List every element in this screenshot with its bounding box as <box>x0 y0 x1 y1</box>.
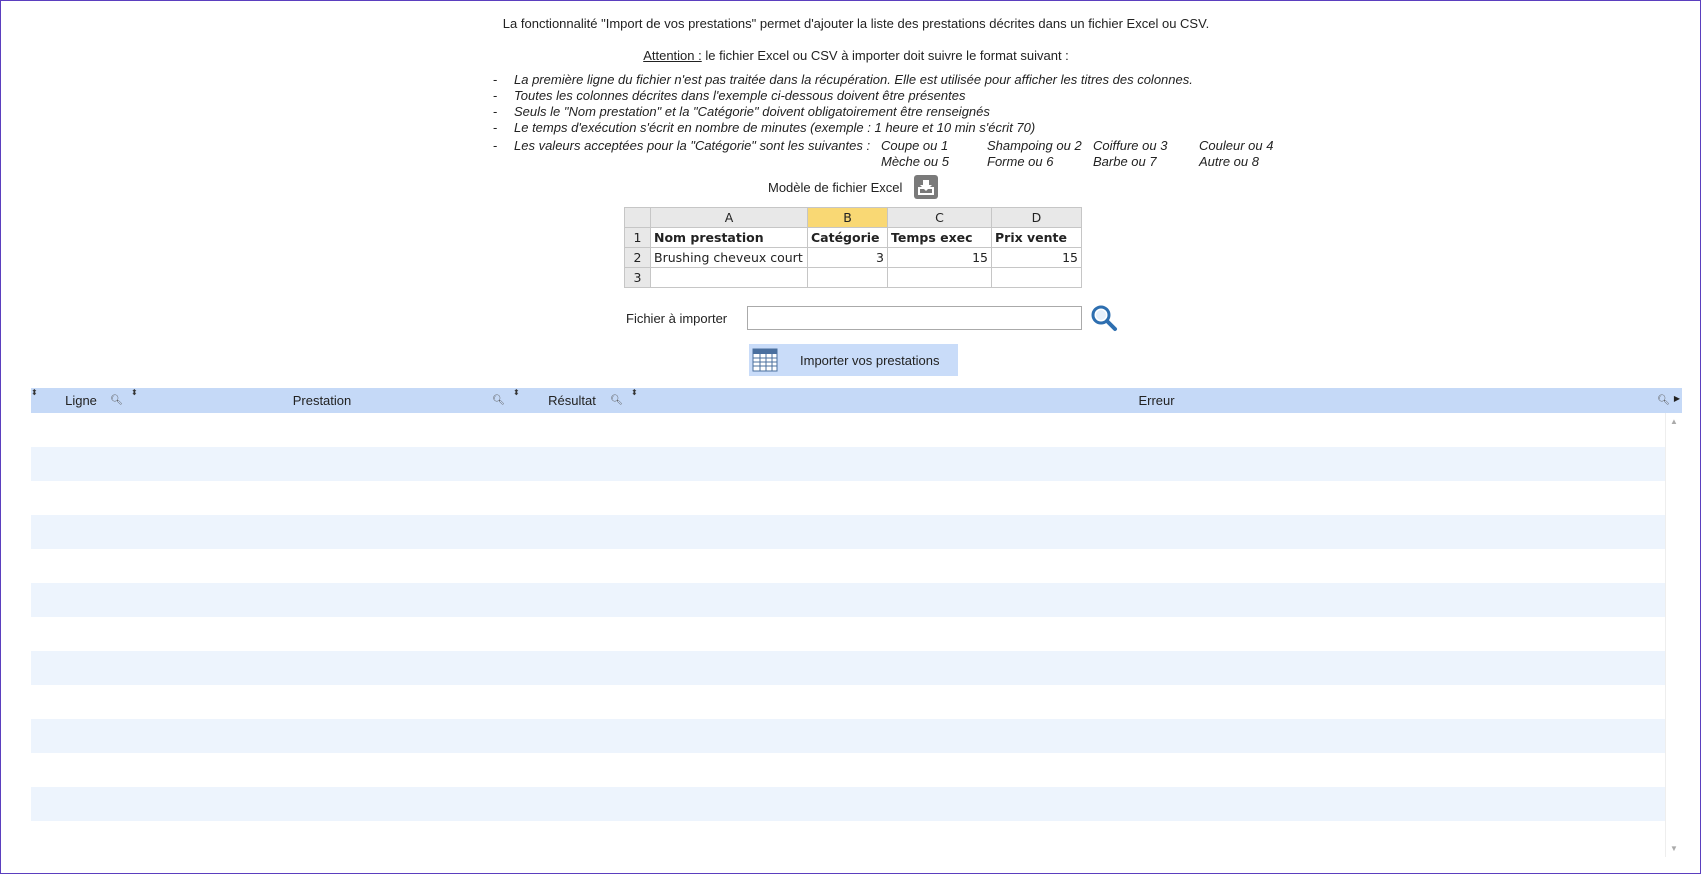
grid-row[interactable] <box>31 413 1665 447</box>
excel-model-label: Modèle de fichier Excel <box>768 179 903 195</box>
sort-icon[interactable]: ⬍ <box>31 388 38 397</box>
grid-header: ⬍ Ligne 🔍︎ ⬍ Prestation 🔍︎ ⬍ Résultat 🔍︎… <box>31 388 1682 413</box>
bullet-dash: - <box>493 104 498 119</box>
category-value: Autre ou 8 <box>1199 154 1259 169</box>
vertical-scrollbar[interactable]: ▲ ▼ <box>1665 413 1682 857</box>
sheet-cell: Temps exec <box>887 227 992 248</box>
sheet-cell <box>807 267 888 288</box>
grid-row[interactable] <box>31 447 1665 481</box>
bullet-dash: - <box>493 120 498 135</box>
grid-body <box>31 413 1665 857</box>
category-value: Shampoing ou 2 <box>987 138 1082 153</box>
category-value: Mèche ou 5 <box>881 154 949 169</box>
download-icon[interactable] <box>914 175 939 199</box>
sheet-cell <box>650 267 808 288</box>
rule-text: Les valeurs acceptées pour la "Catégorie… <box>514 138 871 153</box>
warning-text: Attention : le fichier Excel ou CSV à im… <box>1 48 1701 63</box>
column-label: Ligne <box>65 393 97 408</box>
sheet-cell: Brushing cheveux court <box>650 247 808 268</box>
rule-item: - La première ligne du fichier n'est pas … <box>493 72 1193 88</box>
warning-label: Attention : <box>643 48 702 63</box>
row-header: 3 <box>624 267 651 288</box>
excel-model-row: Modèle de fichier Excel <box>768 175 939 199</box>
filter-icon[interactable]: 🔍︎ <box>110 395 123 406</box>
results-grid: ⬍ Ligne 🔍︎ ⬍ Prestation 🔍︎ ⬍ Résultat 🔍︎… <box>31 388 1682 857</box>
column-header: B <box>807 207 888 228</box>
grid-row[interactable] <box>31 821 1665 855</box>
warning-body: le fichier Excel ou CSV à importer doit … <box>701 48 1069 63</box>
file-input[interactable] <box>747 306 1083 330</box>
sort-icon[interactable]: ⬍ <box>631 388 638 397</box>
category-value: Barbe ou 7 <box>1093 154 1157 169</box>
table-icon <box>752 348 778 372</box>
sheet-cell <box>887 267 992 288</box>
sheet-cell: 15 <box>887 247 992 268</box>
filter-icon[interactable]: 🔍︎ <box>610 395 623 406</box>
scroll-up-icon[interactable]: ▲ <box>1670 417 1678 426</box>
sheet-cell: Nom prestation <box>650 227 808 248</box>
excel-example-table: A B C D 1 Nom prestation Catégorie Temps… <box>624 207 1082 288</box>
rule-item: - Le temps d'exécution s'écrit en nombre … <box>493 120 1193 136</box>
sheet-cell: Prix vente <box>991 227 1082 248</box>
bullet-dash: - <box>493 72 498 87</box>
rule-text: Seuls le "Nom prestation" et la "Catégor… <box>514 104 990 119</box>
sort-icon[interactable]: ⬍ <box>513 388 520 397</box>
grid-row[interactable] <box>31 719 1665 753</box>
grid-row[interactable] <box>31 651 1665 685</box>
column-menu-icon[interactable]: ▶ <box>1674 394 1680 403</box>
column-header: C <box>887 207 992 228</box>
bullet-dash: - <box>493 88 498 103</box>
rule-text: Le temps d'exécution s'écrit en nombre d… <box>514 120 1036 135</box>
grid-row[interactable] <box>31 481 1665 515</box>
category-value: Coupe ou 1 <box>881 138 949 153</box>
category-list: Coupe ou 1 Shampoing ou 2 Coiffure ou 3 Cou… <box>881 138 1305 170</box>
grid-row[interactable] <box>31 617 1665 651</box>
grid-row[interactable] <box>31 787 1665 821</box>
file-import-row: Fichier à importer <box>626 304 1118 332</box>
sheet-cell: 3 <box>807 247 888 268</box>
sort-icon[interactable]: ⬍ <box>131 388 138 397</box>
import-button[interactable]: Importer vos prestations <box>749 344 958 376</box>
grid-row[interactable] <box>31 549 1665 583</box>
rule-text: Toutes les colonnes décrites dans l'exem… <box>514 88 966 103</box>
file-label: Fichier à importer <box>626 310 728 326</box>
column-header: D <box>991 207 1082 228</box>
grid-row[interactable] <box>31 753 1665 787</box>
grid-row[interactable] <box>31 583 1665 617</box>
row-header: 2 <box>624 247 651 268</box>
column-ligne[interactable]: ⬍ Ligne 🔍︎ <box>31 388 131 413</box>
rule-item: - Seuls le "Nom prestation" et la "Catégo… <box>493 104 1193 120</box>
category-value: Forme ou 6 <box>987 154 1054 169</box>
column-prestation[interactable]: ⬍ Prestation 🔍︎ <box>131 388 513 413</box>
sheet-cell: Catégorie <box>807 227 888 248</box>
column-resultat[interactable]: ⬍ Résultat 🔍︎ <box>513 388 631 413</box>
sheet-cell: 15 <box>991 247 1082 268</box>
intro-text: La fonctionnalité "Import de vos prestat… <box>502 16 1210 31</box>
sheet-corner <box>624 207 651 228</box>
scroll-down-icon[interactable]: ▼ <box>1670 844 1678 853</box>
column-header: A <box>650 207 808 228</box>
filter-icon[interactable]: 🔍︎ <box>1657 395 1670 406</box>
bullet-dash: - <box>493 138 498 153</box>
sheet-cell <box>991 267 1082 288</box>
grid-row[interactable] <box>31 515 1665 549</box>
category-value: Coiffure ou 3 <box>1093 138 1168 153</box>
filter-icon[interactable]: 🔍︎ <box>492 395 505 406</box>
grid-row[interactable] <box>31 685 1665 719</box>
column-label: Résultat <box>548 393 596 408</box>
column-erreur[interactable]: ⬍ Erreur 🔍︎ ▶ <box>631 388 1682 413</box>
rule-item: - Toutes les colonnes décrites dans l'exe… <box>493 88 1193 104</box>
row-header: 1 <box>624 227 651 248</box>
import-button-label: Importer vos prestations <box>800 352 940 368</box>
search-icon[interactable] <box>1090 304 1118 332</box>
column-label: Prestation <box>292 393 352 408</box>
category-value: Couleur ou 4 <box>1199 138 1274 153</box>
rule-text: La première ligne du fichier n'est pas t… <box>514 72 1193 87</box>
column-label: Erreur <box>1138 393 1175 408</box>
